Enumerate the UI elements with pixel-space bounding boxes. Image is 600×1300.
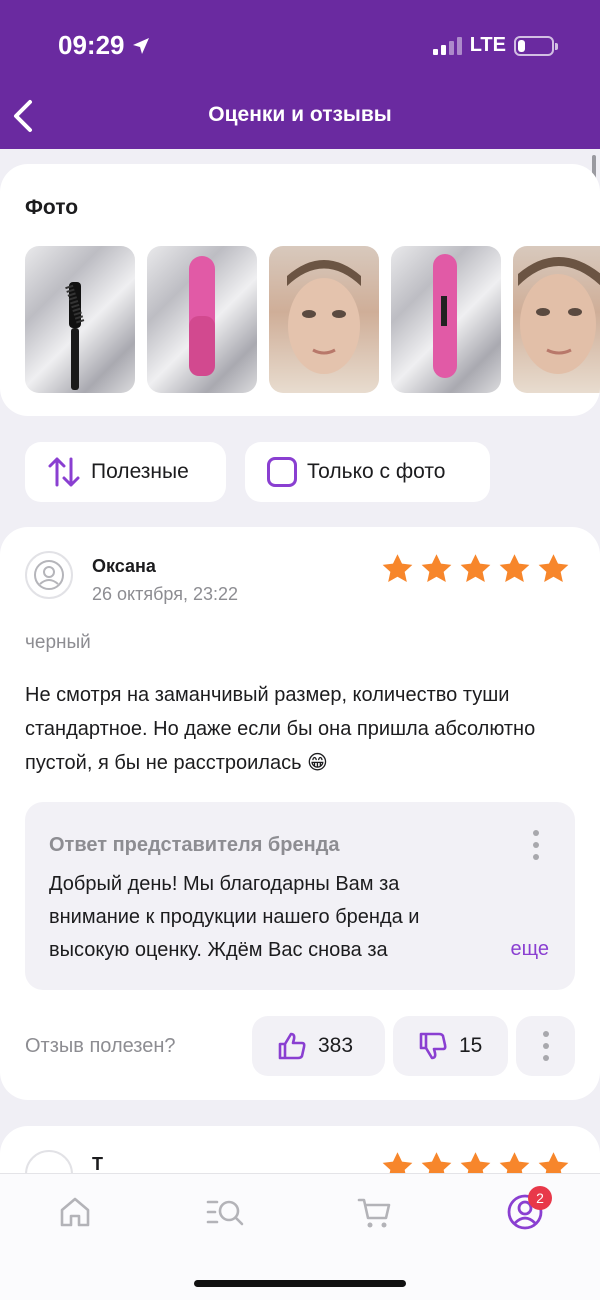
signal-icon <box>432 36 462 55</box>
thumbs-up-icon <box>278 1032 306 1060</box>
cart-tab-icon[interactable] <box>355 1192 395 1232</box>
catalog-search-tab-icon[interactable] <box>205 1192 245 1232</box>
review-author: Оксана <box>92 556 156 576</box>
sort-useful-chip[interactable]: Полезные <box>25 442 226 502</box>
photos-section: Фото <box>0 164 600 416</box>
user-icon <box>34 560 64 590</box>
brand-reply-text: Добрый день! Мы благодарны Вам за вниман… <box>49 873 420 961</box>
reply-menu-icon[interactable] <box>531 830 541 860</box>
review-date: 26 октября, 23:22 <box>92 584 239 604</box>
star-icon <box>382 554 413 583</box>
review-menu-button[interactable] <box>516 1016 575 1076</box>
thumbs-down-icon <box>419 1032 447 1060</box>
photo-thumbnail-selfie-2[interactable] <box>513 246 600 393</box>
checkbox-icon[interactable] <box>267 457 297 487</box>
dot <box>542 1031 549 1037</box>
profile-notification-badge: 2 <box>528 1186 552 1210</box>
brand-reply-title: Ответ представителя бренда <box>49 834 340 856</box>
photo-only-filter[interactable]: Только с фото <box>245 442 490 502</box>
photo-gallery <box>25 246 600 393</box>
sort-arrows-icon <box>48 457 80 487</box>
status-indicators: LTE <box>432 34 558 57</box>
review-text: Не смотря на заманчивый размер, количест… <box>25 684 536 774</box>
star-icon <box>460 554 491 583</box>
dot <box>542 1055 549 1061</box>
dislike-button[interactable]: 15 <box>393 1016 508 1076</box>
review-author-next: Т <box>92 1154 103 1174</box>
star-icon <box>538 554 569 583</box>
photos-heading: Фото <box>25 196 79 219</box>
review-rating-stars <box>380 552 571 587</box>
status-time: 09:29 <box>58 30 151 61</box>
star-icon <box>499 554 530 583</box>
brand-reply: Ответ представителя бренда Добрый день! … <box>25 802 575 990</box>
photo-only-label: Только с фото <box>307 460 446 483</box>
like-count: 383 <box>318 1034 354 1057</box>
dot <box>542 1043 549 1049</box>
photo-thumbnail-mascara-tube-2[interactable] <box>391 246 501 393</box>
photo-thumbnail-mascara-brush[interactable] <box>25 246 135 393</box>
location-arrow-icon <box>132 37 149 54</box>
avatar <box>25 551 73 599</box>
battery-icon <box>514 35 558 56</box>
page-title: Оценки и отзывы <box>208 103 392 126</box>
photo-thumbnail-selfie[interactable] <box>269 246 379 393</box>
home-tab-icon[interactable] <box>55 1192 95 1232</box>
reply-expand-link[interactable]: еще <box>511 938 549 961</box>
photo-thumbnail-mascara-tube[interactable] <box>147 246 257 393</box>
app-header: 09:29 LTE Оценки и отзывы <box>0 0 600 149</box>
star-icon <box>421 554 452 583</box>
like-button[interactable]: 383 <box>252 1016 385 1076</box>
product-variant: черный <box>25 632 91 653</box>
dislike-count: 15 <box>459 1034 483 1057</box>
network-type: LTE <box>469 34 506 56</box>
sort-label: Полезные <box>91 460 189 483</box>
home-indicator <box>194 1280 406 1287</box>
review-useful-question: Отзыв полезен? <box>25 1035 176 1057</box>
